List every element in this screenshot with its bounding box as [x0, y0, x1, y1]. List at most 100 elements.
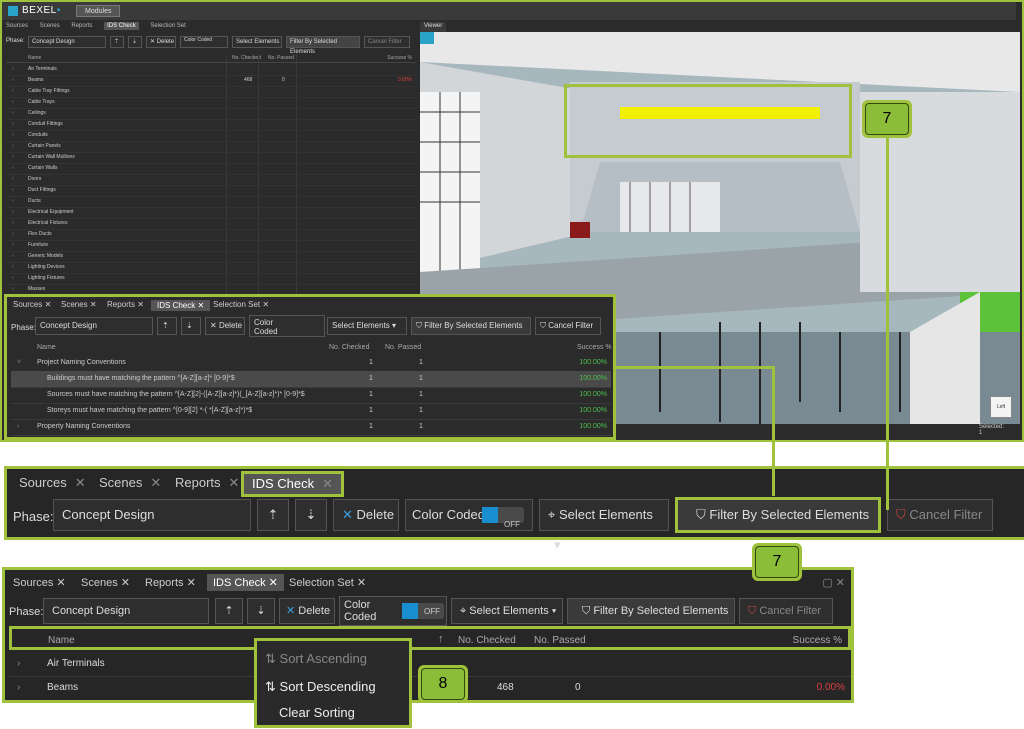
expand-caret-icon[interactable]: › [12, 121, 14, 127]
table-row[interactable]: › Property Naming Conventions 1 1 100.00% [11, 419, 611, 436]
tab-sources[interactable]: Sources [6, 23, 28, 29]
delete-button[interactable]: ✕ Delete [333, 499, 399, 531]
expand-caret-icon[interactable]: › [12, 132, 14, 138]
cancel-filter-button[interactable]: ⛉ Cancel Filter [887, 499, 993, 531]
tab-scenes[interactable]: Scenes ✕ [99, 475, 161, 491]
color-coded-control[interactable]: Color Coded OFF [339, 596, 447, 626]
tab-ids-check[interactable]: IDS Check ✕ [241, 471, 345, 497]
expand-caret-icon[interactable]: › [12, 143, 14, 149]
phase-input[interactable]: Concept Design [43, 598, 209, 624]
tab-reports[interactable]: Reports ✕ [107, 300, 144, 309]
col-success[interactable]: Success % [793, 635, 842, 646]
expand-caret-icon[interactable]: › [12, 187, 14, 193]
tab-selection-set[interactable]: Selection Set ✕ [213, 300, 269, 309]
col-name[interactable]: Name [28, 55, 41, 61]
tab-selection-set[interactable]: Selection Set [150, 23, 185, 29]
expand-caret-icon[interactable]: › [12, 176, 14, 182]
select-elements-button[interactable]: Select Elements ▾ [327, 317, 407, 335]
color-coded-toggle[interactable]: OFF [402, 603, 444, 619]
expand-all-icon[interactable]: ⇡ [157, 317, 177, 335]
color-coded-toggle[interactable]: OFF [482, 507, 524, 529]
expand-caret-icon[interactable]: › [12, 231, 14, 237]
tab-scenes[interactable]: Scenes ✕ [61, 300, 97, 309]
col-name[interactable]: Name [48, 635, 75, 646]
col-passed[interactable]: No. Passed [534, 635, 586, 646]
tab-ids-check[interactable]: IDS Check ✕ [151, 300, 211, 311]
tab-scenes[interactable]: Scenes ✕ [81, 576, 130, 589]
col-checked[interactable]: No. Checked [329, 344, 369, 351]
tab-sources[interactable]: Sources ✕ [13, 576, 66, 589]
table-row[interactable]: Storeys must have matching the pattern ^… [11, 403, 611, 420]
expand-caret-icon[interactable]: ˅ [17, 359, 21, 366]
col-success[interactable]: Success % [387, 55, 412, 61]
expand-all-icon[interactable]: ⇡ [257, 499, 289, 531]
tab-reports[interactable]: Reports ✕ [145, 576, 196, 589]
delete-button[interactable]: ✕ Delete [146, 36, 176, 48]
expand-caret-icon[interactable]: › [12, 209, 14, 215]
tab-sources[interactable]: Sources ✕ [13, 300, 51, 309]
collapse-all-icon[interactable]: ⇣ [128, 36, 142, 48]
cancel-filter-button[interactable]: ⛉ Cancel Filter [739, 598, 833, 624]
expand-all-icon[interactable]: ⇡ [110, 36, 124, 48]
tab-selection-set[interactable]: Selection Set ✕ [289, 576, 366, 589]
filter-by-selected-button[interactable]: ⛉ Filter By Selected Elements [411, 317, 531, 335]
expand-caret-icon[interactable]: › [12, 242, 14, 248]
expand-caret-icon[interactable]: › [17, 423, 19, 430]
expand-caret-icon[interactable]: › [12, 154, 14, 160]
col-passed[interactable]: No. Passed [385, 344, 421, 351]
menu-item-sort-descending[interactable]: ⇅ Sort Descending [265, 679, 376, 695]
expand-caret-icon[interactable]: › [12, 66, 14, 72]
delete-button[interactable]: ✕ Delete [279, 598, 335, 624]
expand-caret-icon[interactable]: › [17, 682, 20, 693]
table-row[interactable]: Buildings must have matching the pattern… [11, 371, 611, 388]
expand-caret-icon[interactable]: › [12, 220, 14, 226]
tab-reports[interactable]: Reports [71, 23, 92, 29]
col-name[interactable]: Name [37, 344, 56, 351]
filter-by-selected-button[interactable]: Filter By Selected Elements [286, 36, 360, 55]
expand-caret-icon[interactable]: › [12, 253, 14, 259]
modules-button[interactable]: Modules [76, 5, 120, 17]
collapse-all-icon[interactable]: ⇣ [295, 499, 327, 531]
select-elements-button[interactable]: ⌖ Select Elements ▾ [539, 499, 669, 552]
table-row[interactable]: ˅ Project Naming Conventions 1 1 100.00% [11, 355, 611, 372]
expand-caret-icon[interactable]: › [12, 110, 14, 116]
col-passed[interactable]: No. Passed [268, 55, 294, 61]
expand-caret-icon[interactable]: › [17, 658, 20, 669]
select-elements-button[interactable]: Select Elements [232, 36, 282, 48]
panel-window-controls[interactable]: ▢ ✕ [822, 576, 845, 589]
color-coded-control[interactable]: Color Coded OFF [405, 499, 533, 531]
tab-ids-check[interactable]: IDS Check ✕ [207, 574, 284, 591]
sort-indicator-icon[interactable]: ↑ [438, 633, 444, 645]
tab-reports[interactable]: Reports ✕ [175, 475, 239, 491]
expand-caret-icon[interactable]: › [12, 99, 14, 105]
filter-by-selected-button[interactable]: ⛉ Filter By Selected Elements [567, 598, 735, 624]
color-coded-control[interactable]: Color Coded [249, 315, 325, 337]
cancel-filter-button[interactable]: ⛉ Cancel Filter [535, 317, 601, 335]
col-success[interactable]: Success % [577, 344, 612, 351]
col-checked[interactable]: No. Checked [458, 635, 516, 646]
view-cube[interactable]: Left [990, 396, 1012, 418]
expand-caret-icon[interactable]: › [12, 88, 14, 94]
filter-by-selected-button[interactable]: ⛉ Filter By Selected Elements [675, 497, 881, 533]
phase-input[interactable]: Concept Design [35, 317, 153, 335]
collapse-all-icon[interactable]: ⇣ [247, 598, 275, 624]
collapse-all-icon[interactable]: ⇣ [181, 317, 201, 335]
phase-input[interactable]: Concept Design [28, 36, 106, 48]
select-elements-button[interactable]: ⌖ Select Elements ▾ [451, 598, 563, 624]
col-checked[interactable]: No. Checked [232, 55, 261, 61]
tab-scenes[interactable]: Scenes [40, 23, 60, 29]
expand-all-icon[interactable]: ⇡ [215, 598, 243, 624]
expand-caret-icon[interactable]: › [12, 264, 14, 270]
expand-caret-icon[interactable]: › [12, 77, 14, 83]
expand-caret-icon[interactable]: › [12, 286, 14, 292]
expand-caret-icon[interactable]: › [12, 198, 14, 204]
chevron-down-icon[interactable]: ▾ [554, 537, 561, 552]
tab-ids-check[interactable]: IDS Check [104, 22, 139, 30]
menu-item-clear-sorting[interactable]: Clear Sorting [279, 705, 355, 720]
tab-sources[interactable]: Sources ✕ [19, 475, 86, 491]
expand-caret-icon[interactable]: › [12, 165, 14, 171]
phase-input[interactable]: Concept Design [53, 499, 251, 531]
cancel-filter-button[interactable]: Cancel Filter [364, 36, 410, 48]
expand-caret-icon[interactable]: › [12, 275, 14, 281]
menu-item-sort-ascending[interactable]: ⇅ Sort Ascending [265, 651, 367, 667]
